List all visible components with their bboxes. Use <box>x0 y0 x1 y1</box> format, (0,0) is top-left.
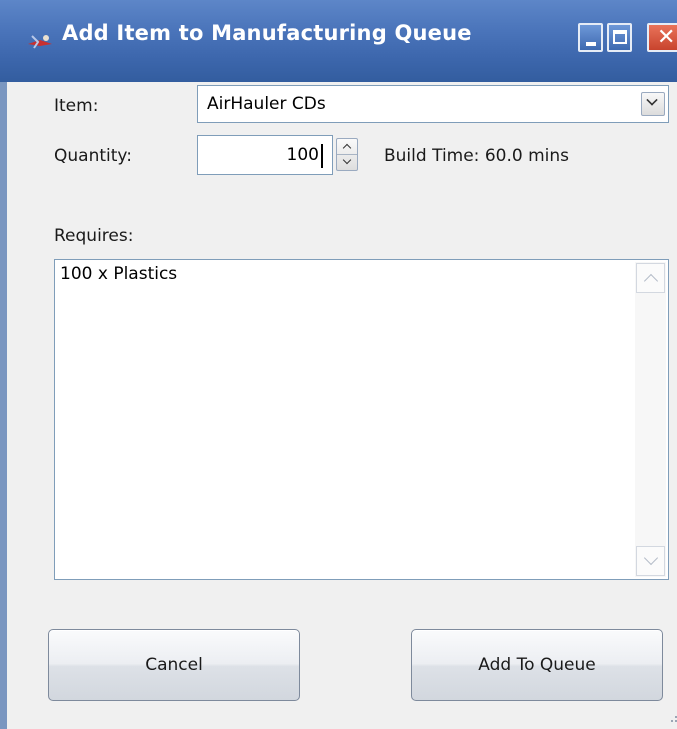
chevron-down-icon <box>342 155 352 164</box>
build-time-text: Build Time: 60.0 mins <box>384 146 569 166</box>
add-to-queue-button[interactable]: Add To Queue <box>411 629 663 701</box>
title-bar[interactable]: Add Item to Manufacturing Queue ✕ <box>0 0 677 82</box>
scroll-up-button[interactable] <box>636 263 665 293</box>
cancel-button[interactable]: Cancel <box>48 629 300 701</box>
quantity-label: Quantity: <box>54 146 132 166</box>
minimize-icon <box>586 42 596 46</box>
dialog-content: Item: AirHauler CDs Quantity: 100 Build … <box>14 82 677 729</box>
stepper-down-button[interactable] <box>337 155 357 171</box>
chevron-down-icon <box>646 94 658 106</box>
resize-grip-icon[interactable] <box>668 711 677 725</box>
close-icon: ✕ <box>657 25 676 50</box>
item-dropdown-value: AirHauler CDs <box>207 94 326 114</box>
item-dropdown[interactable]: AirHauler CDs <box>197 85 669 123</box>
stepper-up-button[interactable] <box>337 139 357 155</box>
chevron-down-icon <box>643 550 659 566</box>
maximize-icon <box>613 30 627 44</box>
close-button[interactable]: ✕ <box>647 23 677 52</box>
minimize-button[interactable] <box>578 23 603 52</box>
requires-label: Requires: <box>54 226 134 246</box>
chevron-up-icon <box>643 273 659 289</box>
item-label: Item: <box>54 96 99 116</box>
scroll-down-button[interactable] <box>636 546 665 576</box>
quantity-input[interactable]: 100 <box>197 135 333 175</box>
vertical-scrollbar[interactable] <box>635 262 666 577</box>
quantity-value: 100 <box>286 145 319 165</box>
dialog-window: Add Item to Manufacturing Queue ✕ Item: … <box>0 0 677 729</box>
maximize-button[interactable] <box>607 23 632 52</box>
window-title: Add Item to Manufacturing Queue <box>62 21 472 45</box>
dropdown-button[interactable] <box>641 92 665 116</box>
list-item[interactable]: 100 x Plastics <box>60 264 177 284</box>
quantity-stepper[interactable] <box>336 138 358 171</box>
chevron-up-icon <box>342 143 352 153</box>
requires-list[interactable]: 100 x Plastics <box>54 259 669 580</box>
text-caret <box>321 144 323 168</box>
app-icon <box>28 35 52 49</box>
